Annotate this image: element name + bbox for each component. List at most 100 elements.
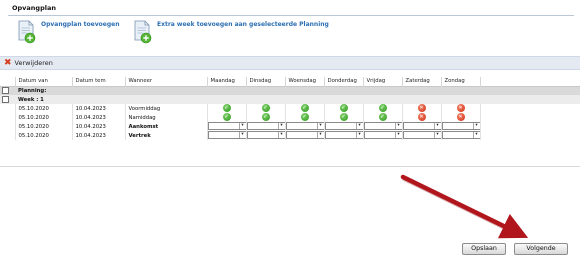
day-cell: ✓ xyxy=(246,104,286,113)
check-icon[interactable]: ✓ xyxy=(339,104,348,113)
cross-icon[interactable]: ✕ xyxy=(417,113,426,122)
day-cell: ▾ xyxy=(285,122,325,131)
cross-icon[interactable]: ✕ xyxy=(456,104,465,113)
date-to-cell: 10.04.2023 xyxy=(72,122,126,131)
table-row: 05.10.2020 10.04.2023 Vertrek ▾ ▾ ▾ ▾ ▾ ▾ ▾ xyxy=(0,131,580,140)
filler-header xyxy=(480,77,580,86)
day-cell: ✓ xyxy=(324,113,364,122)
document-add-icon xyxy=(133,20,153,44)
check-icon[interactable]: ✓ xyxy=(300,104,309,113)
check-icon[interactable]: ✓ xyxy=(261,113,270,122)
extra-week-link[interactable]: Extra week toevoegen aan geselecteerde P… xyxy=(157,21,329,29)
empty-cell xyxy=(0,122,16,131)
check-icon[interactable]: ✓ xyxy=(222,104,231,113)
time-select[interactable]: ▾ xyxy=(363,122,402,131)
filler-cell xyxy=(480,131,580,140)
time-select[interactable]: ▾ xyxy=(363,131,401,140)
header-row: Datum van Datum tem Wanneer Maandag Dins… xyxy=(0,77,580,86)
chevron-down-icon: ▾ xyxy=(316,132,324,139)
add-plan-link[interactable]: Opvangplan toevoegen xyxy=(41,21,119,29)
footer-divider xyxy=(0,166,580,167)
grid-toolbar: ✖ Verwijderen xyxy=(0,56,580,70)
empty-cell xyxy=(0,104,16,113)
check-icon[interactable]: ✓ xyxy=(378,104,387,113)
check-icon[interactable]: ✓ xyxy=(261,104,270,113)
time-select[interactable]: ▾ xyxy=(441,122,480,131)
next-button[interactable]: Volgende xyxy=(514,243,568,255)
column-header[interactable]: Wanneer xyxy=(125,77,208,86)
day-cell: ▾ xyxy=(363,131,403,140)
time-select[interactable]: ▾ xyxy=(207,122,246,131)
check-icon[interactable]: ✓ xyxy=(378,113,387,122)
empty-cell xyxy=(0,131,16,140)
week-checkbox[interactable] xyxy=(2,95,9,103)
date-from-cell: 05.10.2020 xyxy=(15,122,73,131)
time-select[interactable]: ▾ xyxy=(402,122,441,131)
section-title: Opvangplan xyxy=(12,4,56,12)
chevron-down-icon: ▾ xyxy=(433,123,441,130)
column-header[interactable]: Maandag xyxy=(207,77,247,86)
chevron-down-icon: ▾ xyxy=(355,132,363,139)
filler-cell xyxy=(480,122,580,131)
column-header[interactable]: Datum tem xyxy=(72,77,126,86)
column-header[interactable]: Dinsdag xyxy=(246,77,286,86)
chevron-down-icon: ▾ xyxy=(394,123,402,130)
column-header[interactable]: Vrijdag xyxy=(363,77,403,86)
chevron-down-icon: ▾ xyxy=(238,123,246,130)
time-select[interactable]: ▾ xyxy=(246,122,285,131)
time-select[interactable]: ▾ xyxy=(441,131,480,140)
day-cell: ✓ xyxy=(207,113,247,122)
cross-icon[interactable]: ✕ xyxy=(417,104,426,113)
check-icon[interactable]: ✓ xyxy=(222,113,231,122)
when-cell: Vertrek xyxy=(125,131,208,140)
when-cell: Aankomst xyxy=(125,122,208,131)
add-plan-action[interactable]: Opvangplan toevoegen xyxy=(17,20,119,44)
column-header[interactable]: Donderdag xyxy=(324,77,364,86)
table-row: 05.10.2020 10.04.2023 Voormiddag ✓ ✓ ✓ ✓ ✓ ✕ ✕ xyxy=(0,104,580,113)
filler-cell xyxy=(480,113,580,122)
extra-week-action[interactable]: Extra week toevoegen aan geselecteerde P… xyxy=(133,20,329,44)
time-select[interactable]: ▾ xyxy=(402,131,441,140)
check-icon[interactable]: ✓ xyxy=(300,113,309,122)
group-checkbox[interactable] xyxy=(2,86,9,94)
column-header[interactable]: Woensdag xyxy=(285,77,325,86)
date-to-cell: 10.04.2023 xyxy=(72,113,126,122)
column-header[interactable]: Datum van xyxy=(15,77,73,86)
chevron-down-icon: ▾ xyxy=(277,123,285,130)
save-button[interactable]: Opslaan xyxy=(462,243,506,255)
time-select[interactable]: ▾ xyxy=(246,131,285,140)
chevron-down-icon: ▾ xyxy=(472,123,480,130)
time-select[interactable]: ▾ xyxy=(324,131,363,140)
checkbox-cell xyxy=(0,86,15,95)
time-select[interactable]: ▾ xyxy=(285,122,323,131)
group-label: Planning: xyxy=(15,86,580,95)
day-cell: ▾ xyxy=(285,131,325,140)
day-cell: ✕ xyxy=(402,113,442,122)
table-row: 05.10.2020 10.04.2023 Namiddag ✓ ✓ ✓ ✓ ✓ ✕ ✕ xyxy=(0,113,580,122)
day-cell: ✓ xyxy=(207,104,247,113)
check-icon[interactable]: ✓ xyxy=(339,113,348,122)
chevron-down-icon: ▾ xyxy=(472,132,480,139)
date-from-cell: 05.10.2020 xyxy=(15,131,73,140)
day-cell: ▾ xyxy=(324,131,364,140)
chevron-down-icon: ▾ xyxy=(238,132,246,139)
group-row-week: Week : 1 xyxy=(0,95,580,104)
group-row-planning: Planning: xyxy=(0,86,580,95)
time-select[interactable]: ▾ xyxy=(324,122,362,131)
day-cell: ✓ xyxy=(363,113,403,122)
day-cell: ▾ xyxy=(441,131,481,140)
cross-icon[interactable]: ✕ xyxy=(456,113,465,122)
date-to-cell: 10.04.2023 xyxy=(72,131,126,140)
column-header[interactable]: Zaterdag xyxy=(402,77,442,86)
day-cell: ✕ xyxy=(402,104,442,113)
time-select[interactable]: ▾ xyxy=(285,131,324,140)
time-select[interactable]: ▾ xyxy=(207,131,246,140)
column-header[interactable]: Zondag xyxy=(441,77,481,86)
chevron-down-icon: ▾ xyxy=(277,132,285,139)
day-cell: ✕ xyxy=(441,113,481,122)
planning-grid: Datum van Datum tem Wanneer Maandag Dins… xyxy=(0,77,580,140)
day-cell: ✓ xyxy=(324,104,364,113)
day-cell: ✓ xyxy=(246,113,286,122)
delete-button[interactable]: ✖ Verwijderen xyxy=(4,58,53,68)
chevron-down-icon: ▾ xyxy=(433,132,441,139)
